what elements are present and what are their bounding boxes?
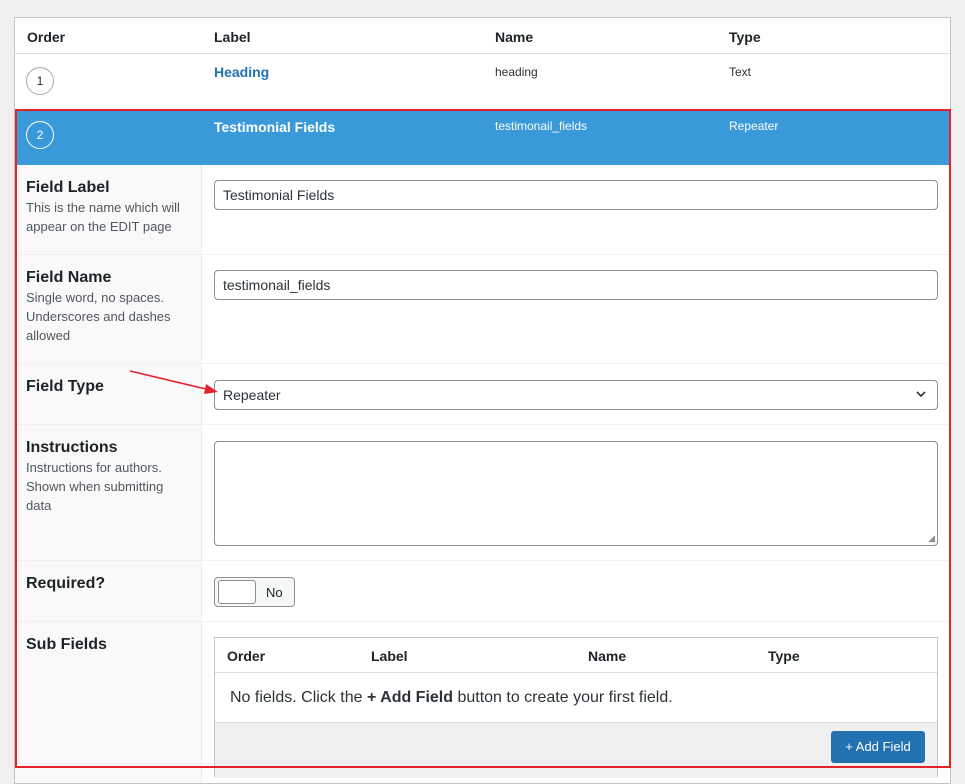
sub-fields-table: Order Label Name Type No fields. Click t… bbox=[214, 637, 938, 778]
field-type-select[interactable]: Repeater bbox=[214, 380, 938, 410]
setting-label-cell: Required? bbox=[15, 561, 202, 621]
field-type: Repeater bbox=[729, 119, 779, 133]
field-label-link[interactable]: Heading bbox=[214, 64, 269, 80]
setting-description: Instructions for authors. Shown when sub… bbox=[26, 460, 164, 513]
empty-state-message: No fields. Click the + Add Field button … bbox=[230, 689, 673, 707]
sub-header-name: Name bbox=[588, 648, 627, 664]
field-label-link[interactable]: Testimonial Fields bbox=[214, 119, 335, 135]
setting-label-cell: Field Name Single word, no spaces. Under… bbox=[15, 255, 202, 363]
resize-handle-icon[interactable]: ◢ bbox=[928, 533, 935, 544]
toggle-knob bbox=[218, 580, 256, 604]
empty-text-post: button to create your first field. bbox=[453, 689, 673, 706]
field-name-input[interactable]: testimonail_fields bbox=[214, 270, 938, 300]
empty-text-bold: + Add Field bbox=[366, 689, 454, 706]
sub-header-order: Order bbox=[227, 648, 266, 664]
header-order: Order bbox=[27, 29, 66, 45]
setting-title: Required? bbox=[26, 575, 106, 592]
setting-field-name: Field Name Single word, no spaces. Under… bbox=[15, 255, 950, 364]
empty-text-pre: No fields. Click the bbox=[230, 689, 367, 706]
select-value: Repeater bbox=[223, 387, 281, 403]
field-name: testimonail_fields bbox=[495, 119, 588, 133]
setting-description: Single word, no spaces. Underscores and … bbox=[26, 290, 171, 343]
sub-header-label: Label bbox=[371, 648, 408, 664]
setting-title: Sub Fields bbox=[26, 636, 107, 653]
red-arrow-icon bbox=[129, 370, 218, 394]
header-name: Name bbox=[495, 29, 534, 45]
field-row-testimonial-selected[interactable]: 2 Testimonial Fields testimonail_fields … bbox=[15, 111, 950, 165]
setting-label-cell: Instructions Instructions for authors. S… bbox=[15, 425, 202, 560]
setting-instructions: Instructions Instructions for authors. S… bbox=[15, 425, 950, 561]
fields-panel: Order Label Name Type 1 Heading heading … bbox=[14, 17, 951, 784]
field-label-input[interactable]: Testimonial Fields bbox=[214, 180, 938, 210]
sub-table-footer: + Add Field bbox=[215, 722, 937, 778]
setting-sub-fields: Sub Fields Order Label Name Type No fiel… bbox=[15, 622, 950, 783]
sub-header-type: Type bbox=[768, 648, 800, 664]
setting-title: Field Name bbox=[26, 269, 112, 286]
instructions-textarea[interactable]: ◢ bbox=[214, 441, 938, 546]
setting-label-cell: Sub Fields bbox=[15, 622, 202, 783]
header-label: Label bbox=[214, 29, 251, 45]
setting-required: Required? No bbox=[15, 561, 950, 622]
sub-table-header: Order Label Name Type bbox=[215, 638, 937, 673]
table-header: Order Label Name Type bbox=[15, 18, 950, 54]
field-type: Text bbox=[729, 65, 752, 79]
setting-title: Instructions bbox=[26, 439, 118, 456]
header-type: Type bbox=[729, 29, 761, 45]
setting-label-cell: Field Label This is the name which will … bbox=[15, 165, 202, 254]
field-name: heading bbox=[495, 65, 538, 79]
order-badge[interactable]: 1 bbox=[26, 67, 54, 95]
setting-title: Field Label bbox=[26, 179, 110, 196]
required-toggle[interactable]: No bbox=[214, 577, 295, 607]
setting-field-label: Field Label This is the name which will … bbox=[15, 165, 950, 255]
add-field-button[interactable]: + Add Field bbox=[831, 731, 925, 763]
order-badge[interactable]: 2 bbox=[26, 121, 54, 149]
toggle-label: No bbox=[266, 585, 283, 600]
chevron-down-icon bbox=[915, 381, 927, 419]
setting-description: This is the name which will appear on th… bbox=[26, 200, 180, 234]
field-row-heading[interactable]: 1 Heading heading Text bbox=[15, 55, 950, 111]
